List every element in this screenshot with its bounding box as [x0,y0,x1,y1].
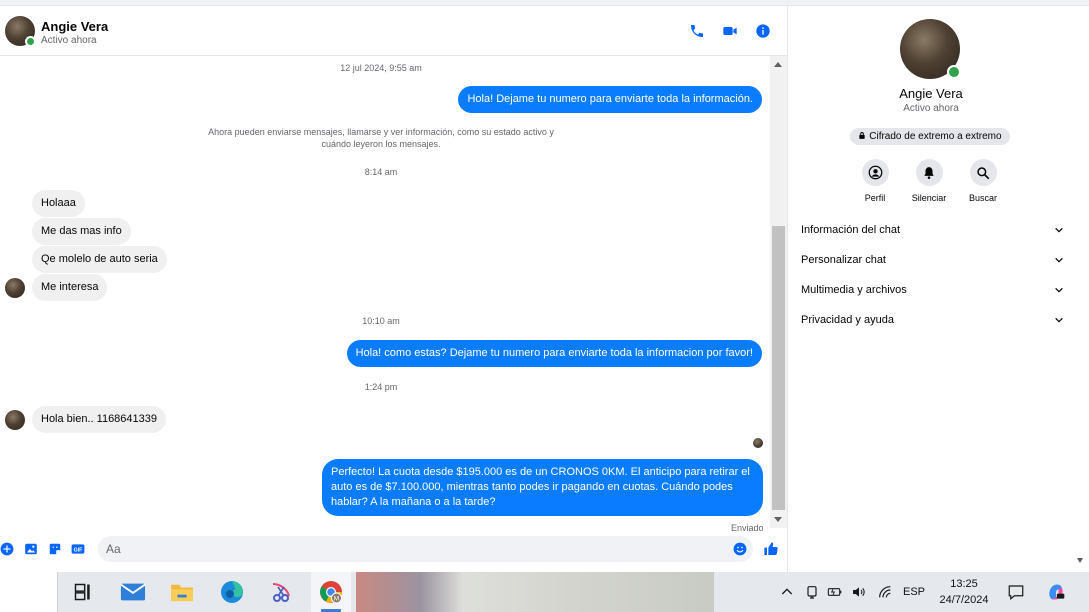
task-view-icon[interactable] [70,580,96,604]
emoji-icon[interactable] [733,542,747,556]
scroll-thumb[interactable] [772,226,785,510]
outgoing-message[interactable]: Hola! Dejame tu numero para enviarte tod… [458,86,762,113]
windows-taskbar: M ESP 13:25 24/7/2024 [0,572,1089,612]
profile-action[interactable]: Perfil [845,159,905,203]
chevron-up-icon[interactable] [779,584,795,600]
system-note: Ahora pueden enviarse mensajes, llamarse… [208,127,554,149]
taskbar-wallpaper-strip [356,572,714,612]
section-label: Privacidad y ayuda [801,314,894,326]
chevron-down-icon [1055,317,1063,323]
svg-text:GIF: GIF [74,547,84,553]
chat-info-pane: Angie Vera Activo ahora Cifrado de extre… [787,6,1089,572]
lock-icon [859,132,866,139]
mail-icon[interactable] [120,580,146,604]
search-label: Buscar [968,193,997,203]
scroll-down-arrow[interactable] [774,517,782,522]
wifi-icon[interactable] [877,584,893,600]
timestamp: 8:14 am [364,167,398,177]
delivery-status: Enviado [731,523,764,533]
clock-time: 13:25 [950,578,978,590]
chevron-down-icon [1055,257,1063,263]
search-icon [977,166,990,179]
contact-name[interactable]: Angie Vera [41,19,108,34]
clock-date: 24/7/2024 [939,594,989,606]
section-chat-info[interactable]: Información del chat [800,220,1064,240]
info-contact-status: Activo ahora [903,103,959,114]
info-scroll-down-arrow[interactable] [1077,558,1083,563]
chevron-down-icon [1055,287,1063,293]
message-list[interactable]: 12 jul 2024, 9:55 am Hola! Dejame tu num… [0,56,770,533]
chat-scrollbar[interactable] [770,56,787,528]
timestamp: 12 jul 2024, 9:55 am [340,63,422,73]
system-clock[interactable]: 13:25 24/7/2024 [930,576,998,608]
section-privacy-help[interactable]: Privacidad y ayuda [800,310,1064,330]
mute-action[interactable]: Silenciar [899,159,959,203]
profile-label: Perfil [864,193,886,203]
mute-label: Silenciar [911,193,947,203]
incoming-message[interactable]: Holaaa [32,190,85,217]
incoming-message[interactable]: Me das mas info [32,218,131,245]
search-button[interactable] [969,159,997,186]
outgoing-message[interactable]: Perfecto! La cuota desde $195.000 es de … [322,459,763,516]
profile-button[interactable] [861,159,889,186]
online-indicator [947,65,961,79]
sticker-icon[interactable] [48,542,62,556]
video-call-icon[interactable] [722,23,738,39]
section-label: Información del chat [801,224,901,236]
incoming-message[interactable]: Me interesa [32,274,108,301]
search-action[interactable]: Buscar [953,159,1013,203]
seen-indicator-avatar [753,438,763,448]
encryption-badge[interactable]: Cifrado de extremo a extremo [850,128,1010,145]
composer: GIF [0,534,787,564]
section-label: Multimedia y archivos [801,284,907,296]
message-input[interactable] [98,536,753,562]
info-icon[interactable] [755,23,771,39]
timestamp: 1:24 pm [364,382,398,392]
messenger-window: Angie Vera Activo ahora 12 jul 2024, 9:5… [0,0,1089,572]
chrome-browser-icon[interactable]: M [318,580,344,604]
image-icon[interactable] [24,542,38,556]
sender-avatar [5,410,25,430]
incoming-message[interactable]: Hola bien.. 1168641339 [32,406,167,433]
section-media-files[interactable]: Multimedia y archivos [800,280,1064,300]
copilot-icon[interactable] [1046,582,1066,602]
device-icon[interactable] [804,584,820,600]
chat-header: Angie Vera Activo ahora [0,6,787,56]
file-explorer-icon[interactable] [169,580,195,604]
taskbar-search-area[interactable] [0,572,58,612]
incoming-message[interactable]: Qe molelo de auto seria [32,246,167,273]
bell-icon [924,166,934,179]
outgoing-message[interactable]: Hola! como estas? Dejame tu numero para … [346,340,762,367]
thumbs-up-icon[interactable] [763,541,779,557]
section-customize-chat[interactable]: Personalizar chat [800,250,1064,270]
encryption-label: Cifrado de extremo a extremo [869,131,1002,142]
timestamp: 10:10 am [362,316,400,326]
gif-icon[interactable]: GIF [71,542,85,556]
plus-circle-icon[interactable] [0,542,14,556]
chat-pane: Angie Vera Activo ahora 12 jul 2024, 9:5… [0,6,787,572]
mute-button[interactable] [915,159,943,186]
info-contact-name: Angie Vera [899,86,963,101]
snipping-tool-icon[interactable] [268,580,294,604]
section-label: Personalizar chat [801,254,886,266]
chrome-profile-badge: M [334,596,339,603]
notification-icon[interactable] [1007,583,1025,601]
input-language[interactable]: ESP [903,586,925,598]
scroll-up-arrow[interactable] [774,62,782,67]
speaker-icon[interactable] [851,584,867,600]
battery-icon[interactable] [827,584,843,600]
chevron-down-icon [1055,227,1063,233]
sender-avatar [5,278,25,298]
phone-call-icon[interactable] [689,23,705,39]
contact-status: Activo ahora [41,35,97,46]
edge-browser-icon[interactable] [219,580,245,604]
online-indicator [25,36,36,47]
user-circle-icon [868,165,882,180]
